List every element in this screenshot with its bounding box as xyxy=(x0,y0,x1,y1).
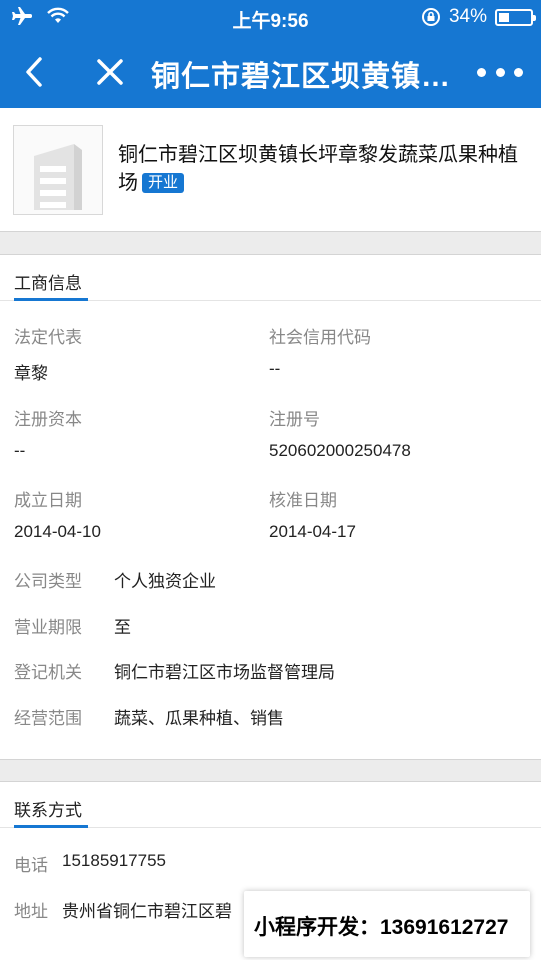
phone-value[interactable]: 15185917755 xyxy=(62,851,166,871)
reg-capital-value: -- xyxy=(14,441,26,460)
company-type-value: 个人独资企业 xyxy=(114,572,216,591)
legal-rep-value: 章黎 xyxy=(14,364,48,383)
more-button[interactable] xyxy=(477,58,523,86)
business-info-title: 工商信息 xyxy=(14,274,82,293)
chevron-left-icon xyxy=(26,57,42,87)
more-dot-icon xyxy=(495,67,505,77)
established-label: 成立日期 xyxy=(14,491,82,510)
battery-fill xyxy=(499,12,510,22)
authority-label: 登记机关 xyxy=(14,663,82,682)
reg-capital-label: 注册资本 xyxy=(14,410,82,429)
address-value[interactable]: 贵州省铜仁市碧江区碧 xyxy=(62,897,232,922)
reg-number-label: 注册号 xyxy=(269,410,320,429)
battery-icon xyxy=(495,8,536,26)
credit-code-label: 社会信用代码 xyxy=(269,328,371,347)
company-logo xyxy=(13,125,103,215)
status-right: 34% xyxy=(421,6,536,28)
contact-header: 联系方式 xyxy=(0,782,541,828)
business-info-header: 工商信息 xyxy=(0,255,541,301)
approved-value: 2014-04-17 xyxy=(269,522,356,541)
authority-value: 铜仁市碧江区市场监督管理局 xyxy=(114,663,335,682)
term-value: 至 xyxy=(114,618,131,637)
contact-title: 联系方式 xyxy=(14,801,82,820)
company-type-label: 公司类型 xyxy=(14,572,82,591)
more-dot-icon xyxy=(514,67,523,77)
term-label: 营业期限 xyxy=(14,618,82,637)
reg-number-value: 520602000250478 xyxy=(269,441,411,460)
page-title: 铜仁市碧江区坝黄镇长坪章黎发蔬菜瓜果种植场 xyxy=(151,61,451,93)
status-bar: 上午9:56 34% xyxy=(0,0,541,36)
status-badge: 开业 xyxy=(142,173,185,193)
scope-label: 经营范围 xyxy=(14,709,82,728)
watermark-overlay: 小程序开发：13691612727 xyxy=(244,891,530,957)
contact-underline xyxy=(14,825,88,828)
back-button[interactable] xyxy=(14,52,54,92)
company-name-block: 铜仁市碧江区坝黄镇长坪章黎发蔬菜瓜果种植场 开业 xyxy=(118,141,528,197)
address-label: 地址 xyxy=(14,902,48,921)
scope-value: 蔬菜、瓜果种植、销售 xyxy=(114,709,284,728)
business-info-section: 工商信息 法定代表 章黎 社会信用代码 -- 注册资本 -- 注册号 52060… xyxy=(0,254,541,760)
rotation-lock-icon xyxy=(421,8,440,26)
close-button[interactable] xyxy=(90,52,130,92)
credit-code-value: -- xyxy=(269,359,281,378)
company-header: 铜仁市碧江区坝黄镇长坪章黎发蔬菜瓜果种植场 开业 xyxy=(0,108,541,232)
close-icon xyxy=(97,59,123,85)
nav-bar: 铜仁市碧江区坝黄镇长坪章黎发蔬菜瓜果种植场 xyxy=(0,36,541,108)
approved-label: 核准日期 xyxy=(269,491,337,510)
established-value: 2014-04-10 xyxy=(14,522,101,541)
battery-percent: 34% xyxy=(448,6,487,27)
watermark-text: 小程序开发：13691612727 xyxy=(254,916,509,939)
legal-rep-label: 法定代表 xyxy=(14,328,82,347)
more-dot-icon xyxy=(477,67,486,77)
building-icon xyxy=(34,144,82,210)
phone-label: 电话 xyxy=(14,856,48,875)
business-info-underline xyxy=(14,298,88,301)
